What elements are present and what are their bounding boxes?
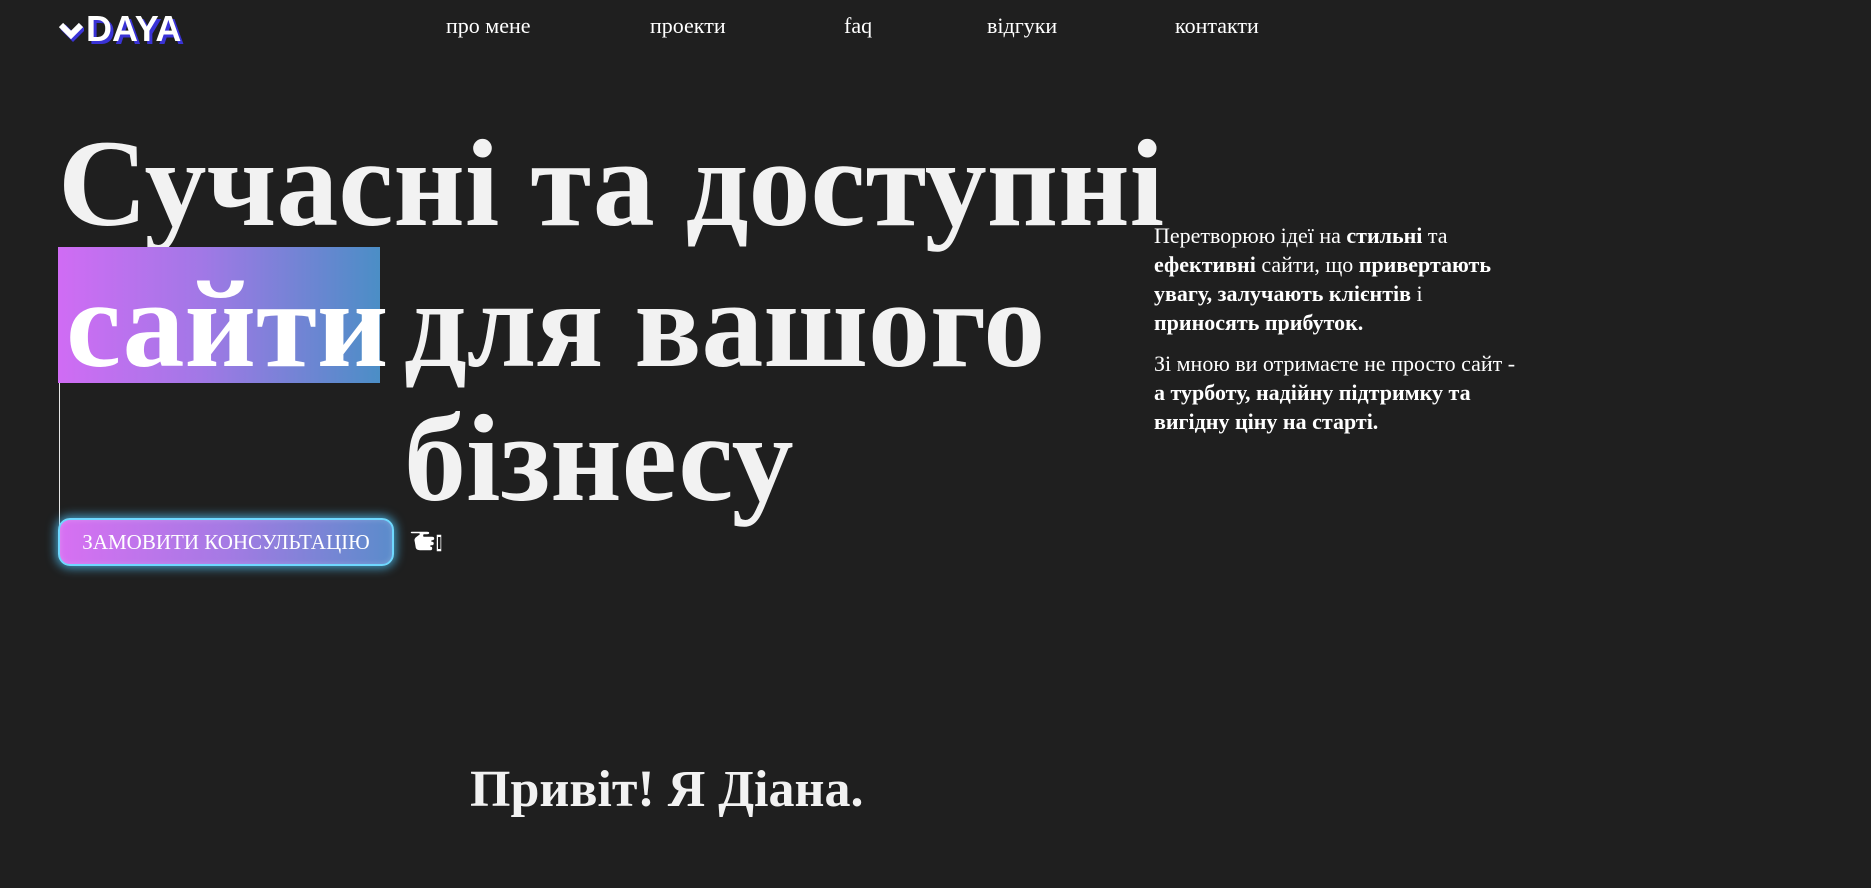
pointing-hand-icon <box>410 530 443 553</box>
hero-heading-line-1: Сучасні та доступні <box>58 115 1165 252</box>
intro-paragraph-1: Перетворюю ідеї на стильні та ефективні … <box>1154 221 1524 337</box>
chevron-down-logo-icon <box>58 22 84 42</box>
intro-p1-text-2: та <box>1422 223 1448 248</box>
nav-item-about[interactable]: про мене <box>446 12 531 40</box>
hero-highlight-word: сайти <box>66 256 389 393</box>
order-consultation-button[interactable]: ЗАМОВИТИ КОНСУЛЬТАЦІЮ <box>58 518 394 566</box>
intro-p1-bold-2: ефективні <box>1154 252 1256 277</box>
nav-item-contacts[interactable]: контакти <box>1175 12 1259 40</box>
intro-p1-bold-4: приносять прибуток. <box>1154 310 1364 335</box>
intro-p1-bold-1: стильні <box>1346 223 1423 248</box>
intro-paragraph-2: Зі мною ви отримаєте не просто сайт - а … <box>1154 349 1524 436</box>
text-caret-line <box>59 383 60 531</box>
intro-p1-text-3: сайти, що <box>1255 252 1359 277</box>
intro-p2-bold-1: а турботу, надійну підтримку та вигідну … <box>1154 380 1471 434</box>
nav-item-reviews[interactable]: відгуки <box>987 12 1057 40</box>
intro-p2-text-1: Зі мною ви отримаєте не просто сайт - <box>1154 351 1516 376</box>
logo-text: DAYA <box>86 8 182 49</box>
logo[interactable]: DAYA <box>58 8 181 50</box>
hero-heading-line-3: бізнесу <box>404 390 794 527</box>
nav-item-faq[interactable]: faq <box>844 12 872 40</box>
hero-heading-line-2: для вашого <box>404 256 1046 393</box>
intro-text: Перетворюю ідеї на стильні та ефективні … <box>1154 221 1524 448</box>
intro-p1-text-1: Перетворюю ідеї на <box>1154 223 1347 248</box>
intro-p1-text-4: і <box>1411 281 1423 306</box>
nav-item-projects[interactable]: проекти <box>650 12 726 40</box>
greeting-heading: Привіт! Я Діана. <box>470 761 864 818</box>
